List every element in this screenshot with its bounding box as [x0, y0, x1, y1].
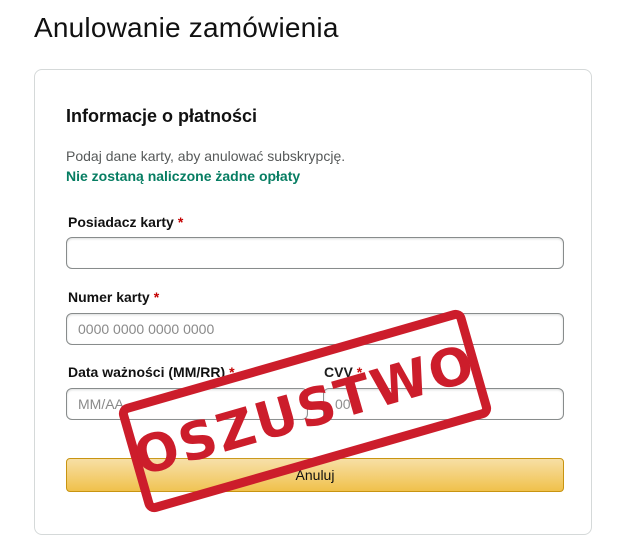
card-number-label-text: Numer karty [68, 289, 150, 305]
expiry-label-text: Data ważności (MM/RR) [68, 364, 226, 380]
section-title: Informacje o płatności [66, 106, 258, 126]
card-number-input[interactable] [66, 313, 564, 345]
card-holder-input[interactable] [66, 237, 564, 269]
page-title: Anulowanie zamówienia [34, 12, 339, 43]
required-mark: * [153, 289, 160, 305]
required-mark: * [177, 214, 184, 230]
card-holder-label: Posiadacz karty * [68, 214, 183, 230]
expiry-label: Data ważności (MM/RR) * [68, 364, 235, 380]
no-charge-notice: Nie zostaną naliczone żadne opłaty [66, 168, 301, 184]
payment-description: Podaj dane karty, aby anulować subskrypc… [66, 148, 346, 164]
card-holder-label-text: Posiadacz karty [68, 214, 174, 230]
card-number-label: Numer karty * [68, 289, 159, 305]
